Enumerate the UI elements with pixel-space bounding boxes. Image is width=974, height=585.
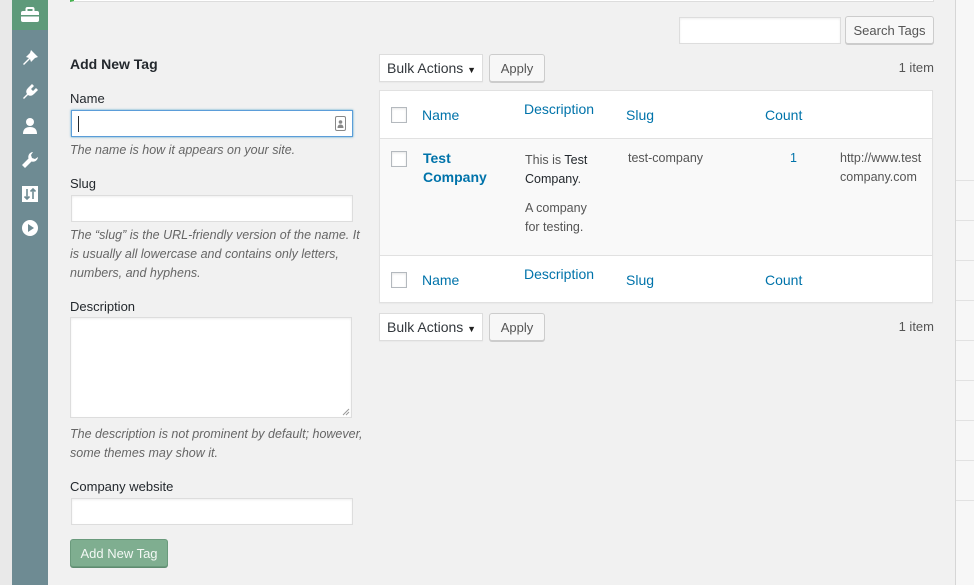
sort-icon[interactable] bbox=[18, 182, 42, 206]
wrench-icon[interactable] bbox=[18, 148, 42, 172]
item-count-top: 1 item bbox=[898, 60, 934, 75]
name-help-text: The name is how it appears on your site. bbox=[70, 143, 296, 157]
slug-label: Slug bbox=[70, 176, 97, 191]
column-name-header[interactable]: Name bbox=[422, 107, 459, 123]
contact-card-icon[interactable] bbox=[335, 116, 346, 131]
description-label: Description bbox=[70, 299, 136, 314]
dropdown-arrow-icon: ▼ bbox=[467, 324, 476, 334]
admin-notice bbox=[70, 0, 934, 2]
pin-icon[interactable] bbox=[18, 46, 42, 70]
table-footer: Name Description Slug Count bbox=[380, 255, 932, 303]
table-header: Name Description Slug Count bbox=[380, 91, 932, 139]
company-website-field[interactable] bbox=[71, 498, 353, 525]
slug-help-text: The “slug” is the URL-friendly version o… bbox=[70, 228, 360, 280]
description-textarea[interactable] bbox=[70, 317, 352, 418]
tag-name-link[interactable]: Test Company bbox=[423, 149, 503, 187]
tag-website: http://www.testcompany.com bbox=[840, 151, 922, 184]
sidebar-active-item[interactable] bbox=[12, 0, 48, 30]
play-icon[interactable] bbox=[18, 216, 42, 240]
column-slug-header[interactable]: Slug bbox=[626, 107, 654, 123]
column-description-header: Description bbox=[524, 101, 595, 117]
tags-table: Name Description Slug Count Test Company… bbox=[379, 90, 933, 303]
search-tags-button[interactable]: Search Tags bbox=[845, 16, 934, 44]
bulk-actions-select-top[interactable]: Bulk Actions ▼ bbox=[379, 54, 483, 82]
apply-button-top[interactable]: Apply bbox=[489, 54, 545, 82]
column-description-footer: Description bbox=[524, 266, 595, 282]
tag-count-link[interactable]: 1 bbox=[790, 149, 797, 168]
tag-description-line1: This is Test Company. bbox=[525, 153, 588, 186]
bulk-actions-label-bottom: Bulk Actions bbox=[387, 319, 464, 335]
apply-button-bottom[interactable]: Apply bbox=[489, 313, 545, 341]
table-row: Test Company This is Test Company. A com… bbox=[380, 139, 932, 255]
admin-sidebar bbox=[12, 0, 48, 585]
window-edge bbox=[0, 0, 12, 585]
name-label: Name bbox=[70, 91, 105, 106]
add-new-tag-heading: Add New Tag bbox=[70, 56, 158, 72]
company-website-label: Company website bbox=[70, 479, 174, 494]
resize-grip-icon[interactable] bbox=[342, 408, 350, 416]
tag-description: This is Test Company. A company for test… bbox=[525, 151, 603, 237]
tag-description-line2: A company for testing. bbox=[525, 201, 587, 234]
user-icon[interactable] bbox=[18, 114, 42, 138]
item-count-bottom: 1 item bbox=[898, 319, 934, 334]
column-count-footer[interactable]: Count bbox=[765, 272, 802, 288]
briefcase-icon bbox=[18, 3, 42, 27]
column-slug-footer[interactable]: Slug bbox=[626, 272, 654, 288]
description-help-text: The description is not prominent by defa… bbox=[70, 427, 363, 460]
bulk-actions-label: Bulk Actions bbox=[387, 60, 464, 76]
select-all-checkbox-bottom[interactable] bbox=[391, 272, 407, 288]
slug-field[interactable] bbox=[71, 195, 353, 222]
add-new-tag-button[interactable]: Add New Tag bbox=[70, 539, 168, 567]
select-all-checkbox[interactable] bbox=[391, 107, 407, 123]
tag-slug: test-company bbox=[628, 151, 704, 165]
scroll-region bbox=[955, 0, 974, 585]
name-field[interactable] bbox=[71, 110, 353, 137]
plugin-icon[interactable] bbox=[18, 80, 42, 104]
dropdown-arrow-icon: ▼ bbox=[467, 65, 476, 75]
search-tags-input[interactable] bbox=[679, 17, 841, 44]
text-cursor bbox=[78, 116, 79, 132]
row-checkbox[interactable] bbox=[391, 151, 407, 167]
column-count-header[interactable]: Count bbox=[765, 107, 802, 123]
bulk-actions-select-bottom[interactable]: Bulk Actions ▼ bbox=[379, 313, 483, 341]
column-name-footer[interactable]: Name bbox=[422, 272, 459, 288]
